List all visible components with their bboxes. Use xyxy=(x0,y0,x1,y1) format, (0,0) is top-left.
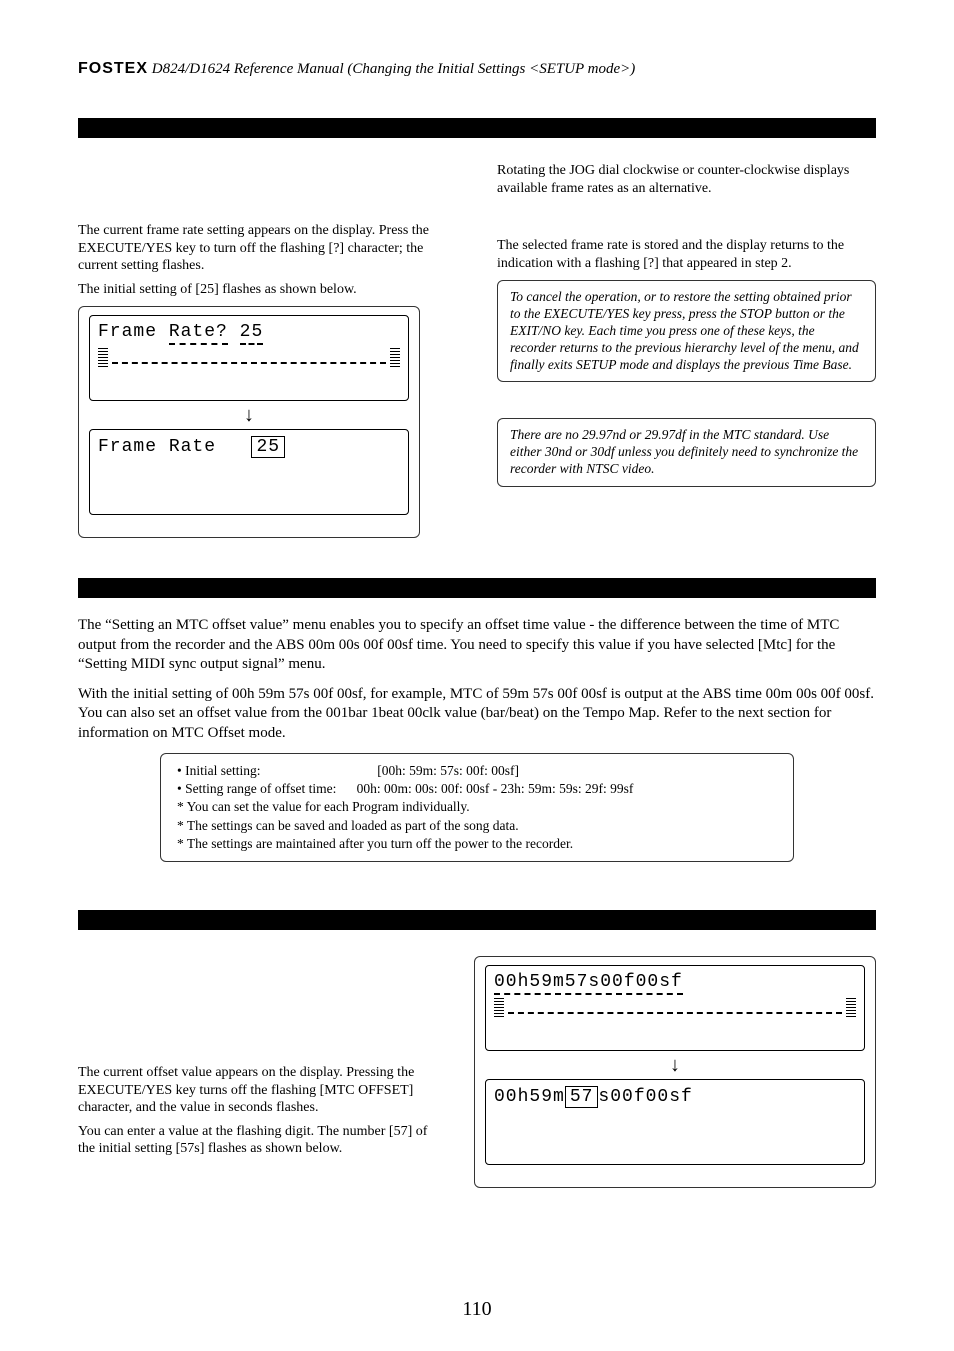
setting-note-1: * You can set the value for each Program… xyxy=(177,798,777,816)
s2-value: 00h: 00m: 00s: 00f: 00sf - 23h: 59m: 59s… xyxy=(357,781,634,796)
lcd3-level-row xyxy=(494,998,856,1018)
lcd1-level-row xyxy=(98,348,400,368)
bottom-two-col: The current offset value appears on the … xyxy=(78,948,876,1188)
top-left-col: The current frame rate setting appears o… xyxy=(78,156,457,538)
lcd2-text-b: Rate xyxy=(169,437,216,457)
bottom-right-col: 00h59m57s00f00sf ↓ 00h59m57s00f00sf xyxy=(474,948,876,1188)
lcd-display-4: 00h59m57s00f00sf xyxy=(485,1079,865,1165)
logo: FOSTEX xyxy=(78,60,148,77)
s2-label: Setting range of offset time: xyxy=(185,781,336,796)
setting-row-1: • Initial setting: [00h: 59m: 57s: 00f: … xyxy=(177,762,777,780)
level-bars-left xyxy=(98,348,108,368)
lcd1-text-b: Rate? xyxy=(169,322,228,345)
section-bar-mid xyxy=(78,578,876,598)
lcd2-text-c: 25 xyxy=(251,436,285,458)
top-right-col: Rotating the JOG dial clockwise or count… xyxy=(497,156,876,538)
header-title: D824/D1624 Reference Manual (Changing th… xyxy=(152,61,636,77)
settings-box: • Initial setting: [00h: 59m: 57s: 00f: … xyxy=(160,753,794,862)
s1-label: Initial setting: xyxy=(185,763,260,778)
mid-intro1: The “Setting an MTC offset value” menu e… xyxy=(78,616,876,675)
level-bars-left-2 xyxy=(494,998,504,1018)
level-dashes-2 xyxy=(508,1012,842,1014)
bottom-left-col: The current offset value appears on the … xyxy=(78,948,434,1188)
lcd-display-1: Frame Rate? 25 xyxy=(89,315,409,401)
header: FOSTEX D824/D1624 Reference Manual (Chan… xyxy=(78,60,876,78)
lcd-group-2: 00h59m57s00f00sf ↓ 00h59m57s00f00sf xyxy=(474,956,876,1188)
lcd4-text-c: s00f00sf xyxy=(598,1087,692,1107)
section-bar-top xyxy=(78,118,876,138)
bottom-left-para2: You can enter a value at the flashing di… xyxy=(78,1123,434,1158)
top-right-para1: Rotating the JOG dial clockwise or count… xyxy=(497,162,876,197)
page-number: 110 xyxy=(0,1298,954,1321)
lcd-group-1: Frame Rate? 25 ↓ Frame Rate 25 xyxy=(78,306,420,538)
down-arrow-icon: ↓ xyxy=(89,405,409,425)
top-right-para2: The selected frame rate is stored and th… xyxy=(497,237,876,272)
s1-value: [00h: 59m: 57s: 00f: 00sf] xyxy=(377,763,519,778)
section-bar-bottom xyxy=(78,910,876,930)
lcd2-text-a: Frame xyxy=(98,437,157,457)
lcd-display-2: Frame Rate 25 xyxy=(89,429,409,515)
top-left-para2: The initial setting of [25] flashes as s… xyxy=(78,281,457,299)
top-two-col: The current frame rate setting appears o… xyxy=(78,156,876,538)
lcd1-text-a: Frame xyxy=(98,322,157,342)
note-box-1: To cancel the operation, or to restore t… xyxy=(497,280,876,382)
lcd4-text-b: 57 xyxy=(565,1086,599,1108)
setting-row-2: • Setting range of offset time: 00h: 00m… xyxy=(177,780,777,798)
page: FOSTEX D824/D1624 Reference Manual (Chan… xyxy=(0,0,954,1351)
level-dashes xyxy=(112,362,386,364)
top-left-para1: The current frame rate setting appears o… xyxy=(78,222,457,275)
lcd4-text-a: 00h59m xyxy=(494,1087,565,1107)
level-bars-right xyxy=(390,348,400,368)
note-box-2: There are no 29.97nd or 29.97df in the M… xyxy=(497,418,876,487)
setting-note-3: * The settings are maintained after you … xyxy=(177,835,777,853)
lcd3-text: 00h59m57s00f00sf xyxy=(494,972,683,995)
lcd-display-3: 00h59m57s00f00sf xyxy=(485,965,865,1051)
down-arrow-icon-2: ↓ xyxy=(485,1055,865,1075)
lcd1-text-c: 25 xyxy=(240,322,264,345)
level-bars-right-2 xyxy=(846,998,856,1018)
setting-note-2: * The settings can be saved and loaded a… xyxy=(177,817,777,835)
bottom-left-para1: The current offset value appears on the … xyxy=(78,1064,434,1117)
mid-intro2: With the initial setting of 00h 59m 57s … xyxy=(78,685,876,744)
